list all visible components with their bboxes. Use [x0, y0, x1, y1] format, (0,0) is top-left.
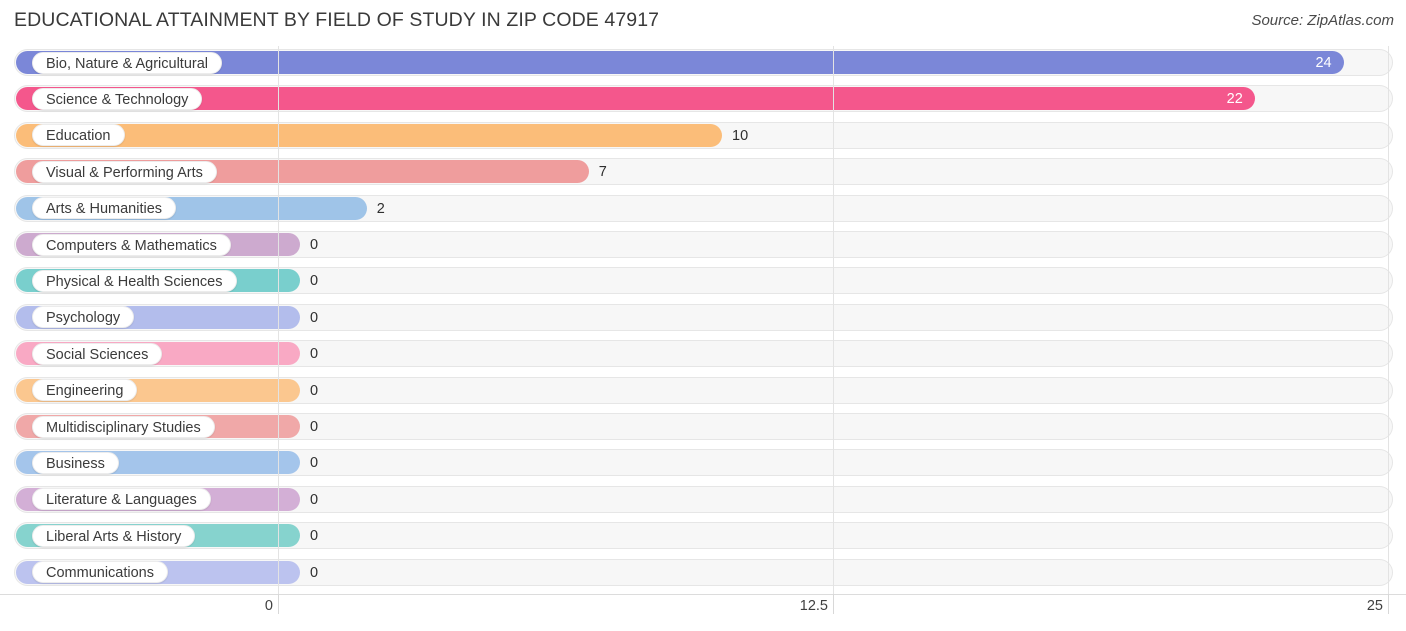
bar-category-label: Science & Technology [32, 87, 203, 110]
bar-value-label: 7 [598, 164, 607, 181]
bar-value-label: 0 [310, 419, 319, 435]
x-axis: 0 12.5 25 [0, 594, 1406, 631]
bar-category-label: Literature & Languages [32, 488, 211, 511]
bar-value-label: 0 [310, 528, 319, 545]
bar-value-label: 10 [732, 127, 749, 144]
bar-category-label: Business [32, 451, 119, 474]
x-tick-mark-0 [278, 594, 279, 614]
table-row[interactable]: Arts & Humanities 2 [0, 192, 1406, 228]
bar-category-label: Social Sciences [32, 342, 163, 365]
x-tick-label-12.5: 12.5 [799, 598, 828, 614]
bar-value-label: 0 [310, 237, 319, 253]
bar-value-label: 0 [310, 564, 319, 581]
table-row[interactable]: Computers & Mathematics 0 [0, 228, 1406, 264]
table-row[interactable]: Communications 0 [0, 556, 1406, 592]
bar-category-label: Education [32, 124, 125, 147]
bar-value-label: 0 [310, 346, 319, 363]
bar-category-label: Liberal Arts & History [32, 524, 196, 547]
bar-rows-container: Bio, Nature & Agricultural 24 Science & Te… [0, 46, 1406, 594]
bar-value-label: 0 [310, 455, 319, 472]
bar-value-label: 24 [1315, 55, 1332, 71]
bar-value-label: 0 [310, 382, 319, 399]
gridline-0 [278, 46, 279, 594]
gridline-12.5 [833, 46, 834, 594]
table-row[interactable]: Education 10 [0, 119, 1406, 155]
x-axis-line [0, 594, 1406, 595]
bar-value-label: 0 [310, 491, 319, 508]
page-title: EDUCATIONAL ATTAINMENT BY FIELD OF STUDY… [14, 9, 660, 31]
bar-category-label: Physical & Health Sciences [32, 269, 237, 292]
bar-value-label: 22 [1226, 91, 1243, 108]
table-row[interactable]: Multidisciplinary Studies 0 [0, 410, 1406, 446]
table-row[interactable]: Visual & Performing Arts 7 [0, 155, 1406, 191]
bar-value-label: 0 [310, 273, 319, 290]
bar-value-label: 2 [376, 200, 385, 217]
x-tick-mark-12.5 [833, 594, 834, 614]
source-attribution: Source: ZipAtlas.com [1251, 12, 1394, 29]
table-row[interactable]: Engineering 0 [0, 374, 1406, 410]
table-row[interactable]: Psychology 0 [0, 301, 1406, 337]
table-row[interactable]: Physical & Health Sciences 0 [0, 264, 1406, 300]
bar-chart-plot-area: Bio, Nature & Agricultural 24 Science & Te… [0, 46, 1406, 594]
bar-category-label: Psychology [32, 306, 135, 329]
table-row[interactable]: Business 0 [0, 446, 1406, 482]
bar-category-label: Communications [32, 561, 168, 584]
x-tick-mark-25 [1388, 594, 1389, 614]
x-tick-label-0: 0 [264, 598, 273, 614]
table-row[interactable]: Bio, Nature & Agricultural 24 [0, 46, 1406, 82]
gridline-25 [1388, 46, 1389, 594]
bar-category-label: Computers & Mathematics [32, 233, 231, 256]
bar-category-label: Engineering [32, 379, 138, 402]
bar-category-label: Visual & Performing Arts [32, 160, 217, 183]
bar-value-label: 0 [310, 309, 319, 326]
bar-category-label: Bio, Nature & Agricultural [32, 51, 222, 74]
table-row[interactable]: Liberal Arts & History 0 [0, 519, 1406, 555]
table-row[interactable]: Science & Technology 22 [0, 82, 1406, 118]
chart-header: EDUCATIONAL ATTAINMENT BY FIELD OF STUDY… [0, 0, 1406, 40]
bar-category-label: Arts & Humanities [32, 197, 177, 220]
table-row[interactable]: Literature & Languages 0 [0, 483, 1406, 519]
table-row[interactable]: Social Sciences 0 [0, 337, 1406, 373]
bar-category-label: Multidisciplinary Studies [32, 415, 215, 438]
x-tick-label-25: 25 [1366, 598, 1383, 614]
